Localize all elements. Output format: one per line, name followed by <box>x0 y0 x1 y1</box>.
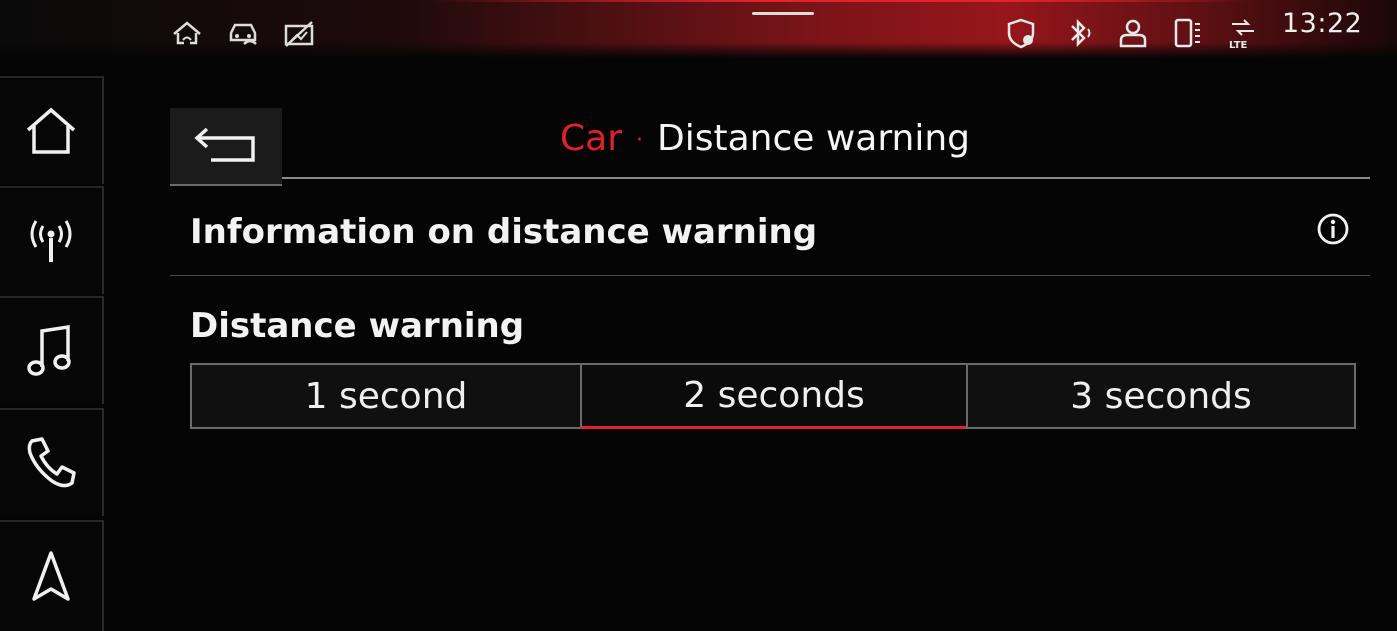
status-accent-line <box>430 0 1250 2</box>
option-3-seconds[interactable]: 3 seconds <box>966 363 1356 429</box>
navigation-icon <box>32 550 70 601</box>
info-row-label: Information on distance warning <box>190 212 818 252</box>
clock: 13:22 <box>1282 8 1363 39</box>
sidebar-item-home[interactable] <box>0 76 104 184</box>
option-label: 2 seconds <box>683 375 865 416</box>
info-row[interactable]: Information on distance warning <box>170 196 1370 276</box>
option-2-seconds[interactable]: 2 seconds <box>580 363 968 429</box>
sidebar-item-radio[interactable] <box>0 186 104 294</box>
car-service-icon <box>229 23 257 45</box>
user-icon <box>1119 19 1147 48</box>
handset-icon <box>27 437 76 488</box>
shield-location-icon <box>1007 18 1035 49</box>
sidebar-item-music[interactable] <box>0 296 104 404</box>
no-signal-icon <box>284 21 314 47</box>
header-divider <box>282 177 1370 179</box>
option-label: 1 second <box>304 375 468 417</box>
breadcrumb-car[interactable]: Car <box>560 118 622 159</box>
option-1-second[interactable]: 1 second <box>190 363 582 429</box>
info-icon[interactable] <box>1316 212 1350 246</box>
home-network-icon <box>173 21 201 45</box>
home-icon <box>26 107 76 154</box>
lte-icon: LTE <box>1229 19 1254 50</box>
radio-icon <box>30 220 72 262</box>
sidebar-item-navigation[interactable] <box>0 520 104 631</box>
svg-text:LTE: LTE <box>1229 40 1248 50</box>
distance-warning-label: Distance warning <box>190 306 525 346</box>
back-button[interactable] <box>170 108 282 186</box>
bluetooth-icon <box>1071 18 1091 48</box>
sidebar <box>0 76 106 631</box>
music-icon <box>27 324 71 376</box>
option-label: 3 seconds <box>1070 375 1252 417</box>
drag-handle[interactable] <box>752 12 814 15</box>
page-title-text: Distance warning <box>657 118 971 159</box>
sidebar-item-phone[interactable] <box>0 408 104 516</box>
back-arrow-icon <box>194 127 255 162</box>
phone-icon <box>1174 18 1200 48</box>
breadcrumb-separator: · <box>636 127 643 153</box>
page-title: Car · Distance warning <box>560 118 970 159</box>
